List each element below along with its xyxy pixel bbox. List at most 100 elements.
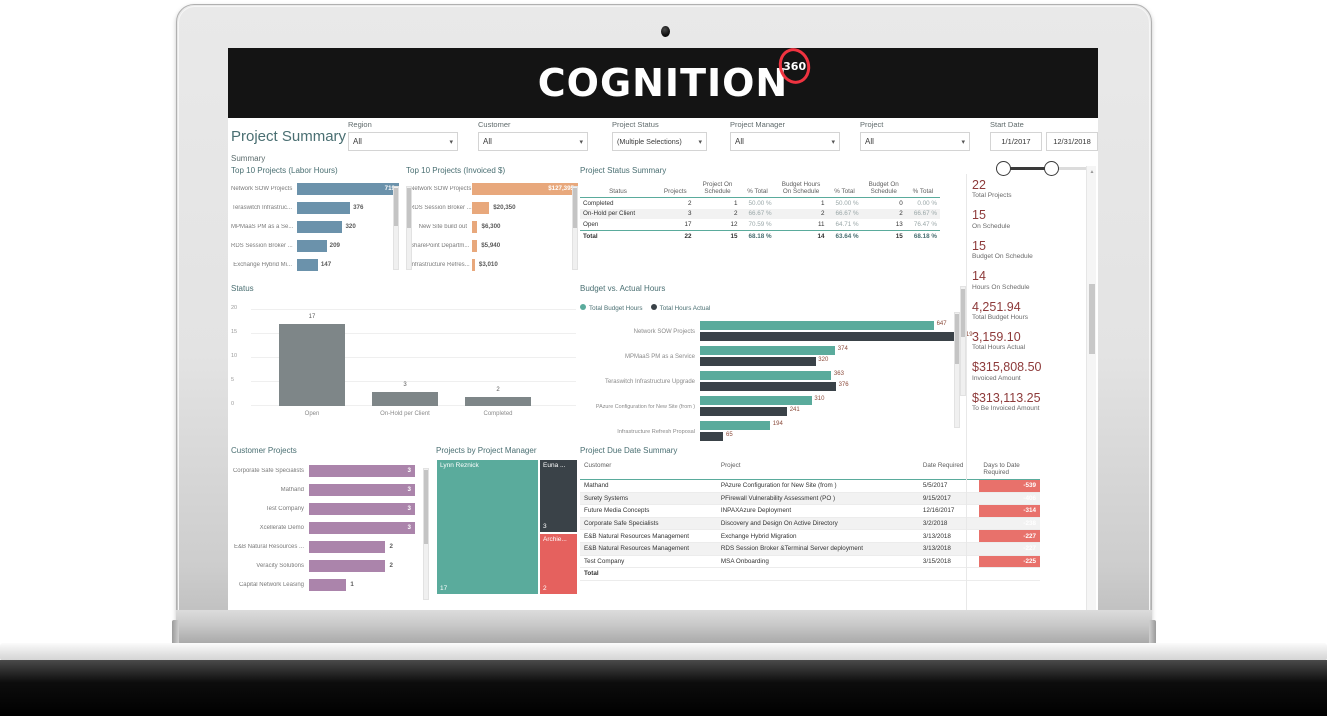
hbar-item[interactable]: Network SOW Projects 719: [231, 181, 399, 197]
start-date-input[interactable]: 1/1/2017: [990, 132, 1042, 151]
treemap-cell[interactable]: Euna ... 3: [540, 460, 577, 532]
bar-value-actual: 65: [726, 432, 733, 438]
legend-item-actual[interactable]: Total Hours Actual: [650, 297, 711, 315]
kpi-card[interactable]: 15 Budget On Schedule: [972, 239, 1098, 260]
bar-value-budget: 194: [772, 421, 783, 427]
slicer-project[interactable]: Project All ▾: [860, 120, 970, 151]
hbar-item[interactable]: Test Company 3: [231, 501, 431, 517]
kpi-card[interactable]: 15 On Schedule: [972, 208, 1098, 229]
status-chart-plot: 20 15 10 5 0 17 Open 3 On-Hold per Clien…: [231, 297, 576, 427]
slicer-project-status[interactable]: Project Status (Multiple Selections) ▾: [612, 120, 707, 151]
hbar-item[interactable]: Corporate Safe Specialists 3: [231, 463, 431, 479]
column-bar[interactable]: [465, 397, 531, 406]
table-row[interactable]: Surety Systems PFirewall Vulnerability A…: [580, 492, 1040, 506]
grouped-bar-row[interactable]: Infrastructure Refresh Proposal 194 65: [580, 421, 960, 443]
grouped-bar-row[interactable]: MPMaaS PM as a Service 374 320: [580, 346, 960, 368]
hbar-item[interactable]: Xcellerate Demo 3: [231, 520, 431, 536]
hbar-item[interactable]: Veracity Solutions 2: [231, 558, 431, 574]
kpi-panel-scrollbar[interactable]: [960, 286, 966, 396]
scroll-up-icon[interactable]: ▲: [1090, 169, 1095, 175]
grouped-bar-row[interactable]: Teraswitch Infrastructure Upgrade 363 37…: [580, 371, 960, 393]
cell-date-required: 3/13/2018: [918, 542, 980, 556]
y-tick: 20: [231, 305, 238, 311]
date-range-inputs[interactable]: 1/1/2017 12/31/2018: [990, 132, 1098, 151]
bar-category-label: Teraswitch Infrastructure Upgrade: [604, 379, 695, 385]
top10-invoiced-scrollbar-right[interactable]: [572, 186, 578, 270]
kpi-card[interactable]: 3,159.10 Total Hours Actual: [972, 330, 1098, 351]
legend-item-budget[interactable]: Total Budget Hours: [580, 297, 643, 315]
hbar-item[interactable]: Capital Network Leasing 1: [231, 577, 431, 593]
cell-project: PFirewall Vulnerability Assessment (PO ): [716, 492, 919, 506]
cell-project: RDS Session Broker &Terminal Server depl…: [716, 542, 919, 556]
slicer-project-manager[interactable]: Project Manager All ▾: [730, 120, 840, 151]
hbar-item[interactable]: RDS Session Broker ... 209: [231, 238, 399, 254]
table-row[interactable]: E&B Natural Resources Management RDS Ses…: [580, 542, 1040, 556]
hbar-item[interactable]: E&B Natural Resources ... 2: [231, 539, 431, 555]
column-value-label: 2: [496, 387, 500, 393]
kpi-value: 14: [972, 269, 986, 284]
bar-value-label: $127,395: [548, 185, 574, 192]
hbar-item[interactable]: Exchange Hybrid Mi... 147: [231, 257, 399, 273]
hbar-item[interactable]: Teraswitch Infrastruc... 376: [231, 200, 399, 216]
cell-proj-on-sched: 2: [694, 208, 741, 220]
top10-invoiced-scrollbar-left[interactable]: [406, 186, 412, 270]
tile-top10-invoiced: Top 10 Projects (Invoiced $) Network SOW…: [406, 166, 578, 274]
bar-category-label: Exchange Hybrid Mi...: [233, 262, 292, 268]
column-bar[interactable]: [372, 392, 438, 406]
hbar-item[interactable]: Infrastructure Refres... $3,010: [410, 257, 578, 273]
chevron-down-icon: ▾: [831, 138, 835, 146]
grouped-bar-row[interactable]: PAzure Configuration for New Site (from …: [580, 396, 960, 418]
hbar-item[interactable]: Mathand 3: [231, 482, 431, 498]
table-row[interactable]: Test Company MSA Onboarding 3/15/2018 -2…: [580, 555, 1040, 569]
slicer-project-value: All: [865, 137, 874, 146]
table-row[interactable]: Mathand PAzure Configuration for New Sit…: [580, 479, 1040, 493]
slicer-region[interactable]: Region All ▾: [348, 120, 458, 151]
slicer-project-dropdown[interactable]: All ▾: [860, 132, 970, 151]
bar-value-label: 320: [345, 223, 356, 230]
kpi-card[interactable]: $313,113.25 To Be Invoiced Amount: [972, 391, 1098, 412]
slicer-project-status-dropdown[interactable]: (Multiple Selections) ▾: [612, 132, 707, 151]
hbar-item[interactable]: SharePoint Departm... $5,940: [410, 238, 578, 254]
scrollbar-thumb[interactable]: [1089, 284, 1095, 354]
bar-category-label: New Site build out: [418, 224, 467, 230]
hbar-item[interactable]: RDS Session Broker ... $20,350: [410, 200, 578, 216]
column-bar[interactable]: [279, 324, 345, 406]
table-row[interactable]: E&B Natural Resources Management Exchang…: [580, 529, 1040, 543]
grouped-bar-row[interactable]: Network SOW Projects 647 719: [580, 321, 973, 343]
hbar-item[interactable]: MPMaaS PM as a Se... 320: [231, 219, 399, 235]
cell-budget-on-sched: 0: [899, 199, 903, 207]
top10-labor-plot: Network SOW Projects 719 Teraswitch Infr…: [231, 181, 399, 273]
table-row[interactable]: Completed 2 1 50.00 % 1 50.00 % 0 0.00 %: [580, 198, 940, 209]
table-row[interactable]: On-Hold per Client 3 2 66.67 % 2 66.67 %…: [580, 208, 940, 220]
kpi-card[interactable]: $315,808.50 Invoiced Amount: [972, 360, 1098, 381]
slicer-project-manager-dropdown[interactable]: All ▾: [730, 132, 840, 151]
col-pct-total-2: % Total: [827, 179, 862, 198]
project-due-date-table: Customer Project Date Required Days to D…: [580, 459, 1040, 581]
table-total-row: Total 22 15 68.18 % 14 63.64 % 15 68.18 …: [580, 229, 940, 242]
bar-category-label: Test Company: [265, 506, 304, 512]
hbar-item[interactable]: Network SOW Projects $127,395: [410, 181, 578, 197]
bar-value-label: 2: [389, 543, 393, 550]
kpi-label: To Be Invoiced Amount: [972, 405, 1040, 412]
kpi-card[interactable]: 14 Hours On Schedule: [972, 269, 1098, 290]
treemap-cell[interactable]: Archie... 2: [540, 534, 577, 594]
kpi-card[interactable]: 4,251.94 Total Budget Hours: [972, 300, 1098, 321]
cell-customer: Test Company: [580, 555, 717, 569]
top10-labor-scrollbar[interactable]: [393, 186, 399, 270]
table-row[interactable]: Open 17 12 70.59 % 11 64.71 % 13 76.47 %: [580, 219, 940, 230]
legend-label: Total Hours Actual: [659, 305, 711, 312]
slicer-customer[interactable]: Customer All ▾: [478, 120, 588, 151]
table-row[interactable]: Future Media Concepts INPAXAzure Deploym…: [580, 504, 1040, 518]
end-date-input[interactable]: 12/31/2018: [1046, 132, 1098, 151]
kpi-label: Total Budget Hours: [972, 313, 1029, 321]
kpi-card[interactable]: 22 Total Projects: [972, 178, 1098, 199]
slicer-region-dropdown[interactable]: All ▾: [348, 132, 458, 151]
hbar-item[interactable]: New Site build out $6,300: [410, 219, 578, 235]
report-page-scrollbar[interactable]: ▲ ▼: [1086, 166, 1096, 618]
table-row[interactable]: Corporate Safe Specialists Discovery and…: [580, 517, 1040, 531]
chevron-down-icon: ▾: [449, 138, 453, 146]
treemap-cell[interactable]: Lynn Reznick 17: [437, 460, 538, 594]
customer-projects-scrollbar[interactable]: [423, 468, 429, 600]
brand-badge-text: 360: [783, 59, 807, 73]
slicer-customer-dropdown[interactable]: All ▾: [478, 132, 588, 151]
